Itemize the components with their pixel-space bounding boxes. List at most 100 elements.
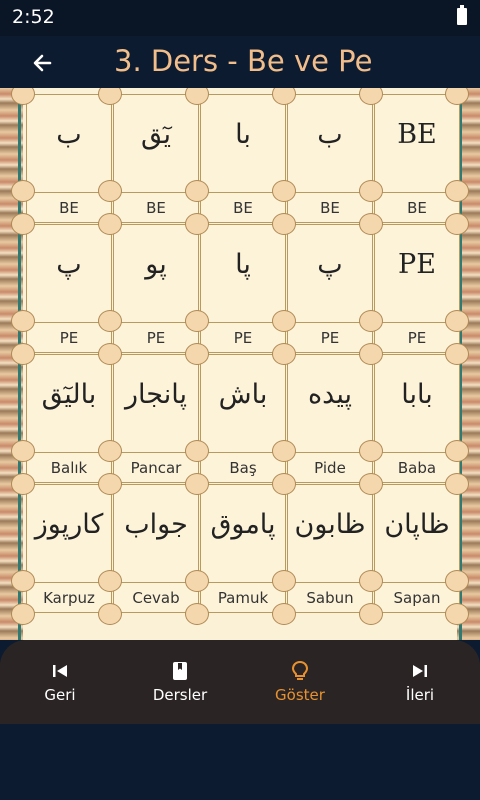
- ornament-knot: [185, 570, 209, 592]
- letter-cell[interactable]: پ PE: [26, 224, 112, 353]
- bottom-nav: Geri Dersler Göster İleri: [0, 640, 480, 724]
- ornament-knot: [272, 213, 296, 235]
- ornament-knot: [272, 343, 296, 365]
- ornament-knot: [359, 213, 383, 235]
- ornament-knot: [185, 343, 209, 365]
- cell-caption: Karpuz: [43, 589, 95, 607]
- ornament-knot: [272, 603, 296, 625]
- cell-script: ب: [317, 119, 343, 150]
- ornament-knot: [185, 310, 209, 332]
- ornament-knot: [98, 310, 122, 332]
- cell-caption: Pancar: [130, 459, 182, 477]
- nav-geri[interactable]: Geri: [5, 660, 115, 704]
- cell-script: پا: [235, 249, 251, 280]
- arrow-left-icon: [33, 54, 52, 72]
- cell-script: پ: [56, 249, 82, 280]
- ornament-knot: [359, 180, 383, 202]
- letter-cell[interactable]: پ PE: [287, 224, 373, 353]
- letter-cell[interactable]: ظابون Sabun: [287, 484, 373, 613]
- cell-caption: PE: [146, 329, 166, 347]
- cell-script: ظابون: [294, 509, 366, 540]
- nav-goster[interactable]: Göster: [245, 660, 355, 704]
- cell-script: پانجار: [125, 379, 187, 410]
- ornament-knot: [445, 213, 469, 235]
- letter-cell[interactable]: يٓق BE: [113, 94, 199, 223]
- ornament-knot: [359, 310, 383, 332]
- nav-label-dersler: Dersler: [152, 686, 208, 704]
- ornament-knot: [359, 473, 383, 495]
- cell-script: يٓق: [140, 119, 172, 150]
- letter-cell[interactable]: كارپوز Karpuz: [26, 484, 112, 613]
- ornament-knot: [98, 570, 122, 592]
- ornament-knot: [98, 343, 122, 365]
- letter-cell[interactable]: ظاپان Sapan: [374, 484, 460, 613]
- back-button[interactable]: [26, 46, 60, 80]
- app-bar: 3. Ders - Be ve Pe: [0, 36, 480, 88]
- ornament-knot: [185, 473, 209, 495]
- ornament-knot: [185, 440, 209, 462]
- letter-cell[interactable]: با BE: [200, 94, 286, 223]
- cell-script: بالیٓق: [41, 379, 97, 410]
- cell-script: پیده: [308, 379, 352, 410]
- ornament-knot: [98, 440, 122, 462]
- cell-caption: BE: [146, 199, 166, 217]
- lightbulb-icon: [291, 660, 309, 680]
- cell-script: پو: [145, 249, 167, 280]
- cell-script: PE: [398, 249, 436, 280]
- cell-caption: PE: [59, 329, 79, 347]
- ornament-knot: [11, 213, 35, 235]
- cell-script: BE: [397, 119, 437, 150]
- cell-script: باش: [218, 379, 268, 410]
- ornament-knot: [359, 570, 383, 592]
- letter-cell[interactable]: پاموق Pamuk: [200, 484, 286, 613]
- ornament-knot: [445, 603, 469, 625]
- cell-script: بابا: [401, 379, 433, 410]
- letter-cell[interactable]: پانجار Pancar: [113, 354, 199, 483]
- letter-cell[interactable]: BE BE: [374, 94, 460, 223]
- letter-cell[interactable]: PE PE: [374, 224, 460, 353]
- cell-script: ب: [56, 119, 82, 150]
- ornament-knot: [98, 603, 122, 625]
- cell-caption: PE: [320, 329, 340, 347]
- letter-cell[interactable]: ب BE: [26, 94, 112, 223]
- ornament-knot: [98, 213, 122, 235]
- page-title: 3. Ders - Be ve Pe: [114, 44, 373, 78]
- ornament-knot: [359, 440, 383, 462]
- ornament-knot: [272, 310, 296, 332]
- nav-label-goster: Göster: [275, 686, 325, 704]
- ornament-knot: [445, 570, 469, 592]
- skip-previous-icon: [53, 665, 67, 677]
- letter-cell[interactable]: پو PE: [113, 224, 199, 353]
- letter-cell[interactable]: باش Baş: [200, 354, 286, 483]
- ornament-knot: [185, 180, 209, 202]
- ornament-knot: [185, 603, 209, 625]
- cell-caption: Baş: [229, 459, 257, 477]
- ornament-knot: [445, 440, 469, 462]
- ornament-knot: [272, 473, 296, 495]
- ornament-knot: [445, 310, 469, 332]
- ornament-knot: [11, 343, 35, 365]
- letter-cell[interactable]: ب BE: [287, 94, 373, 223]
- letter-cell[interactable]: پا PE: [200, 224, 286, 353]
- cell-caption: BE: [59, 199, 79, 217]
- cell-caption: Sapan: [393, 589, 441, 607]
- nav-ileri[interactable]: İleri: [365, 660, 475, 704]
- ornament-knot: [272, 440, 296, 462]
- nav-dersler[interactable]: Dersler: [125, 660, 235, 704]
- ornament-knot: [11, 473, 35, 495]
- letter-board: ب BE يٓق BE با BE ب BE BE BE پ PE پو PE پا PE پ PE PE PE بال…: [0, 88, 480, 640]
- letter-cell[interactable]: بابا Baba: [374, 354, 460, 483]
- book-icon: [173, 662, 187, 680]
- status-time: 2:52: [12, 6, 55, 28]
- status-bar: 2:52: [0, 0, 480, 36]
- cell-caption: Balık: [50, 459, 88, 477]
- ornament-knot: [359, 343, 383, 365]
- letter-cell[interactable]: پیده Pide: [287, 354, 373, 483]
- ornament-knot: [11, 570, 35, 592]
- cell-caption: BE: [233, 199, 253, 217]
- letter-cell[interactable]: بالیٓق Balık: [26, 354, 112, 483]
- ornament-knot: [11, 440, 35, 462]
- ornament-knot: [359, 603, 383, 625]
- ornament-knot: [98, 473, 122, 495]
- letter-cell[interactable]: جواب Cevab: [113, 484, 199, 613]
